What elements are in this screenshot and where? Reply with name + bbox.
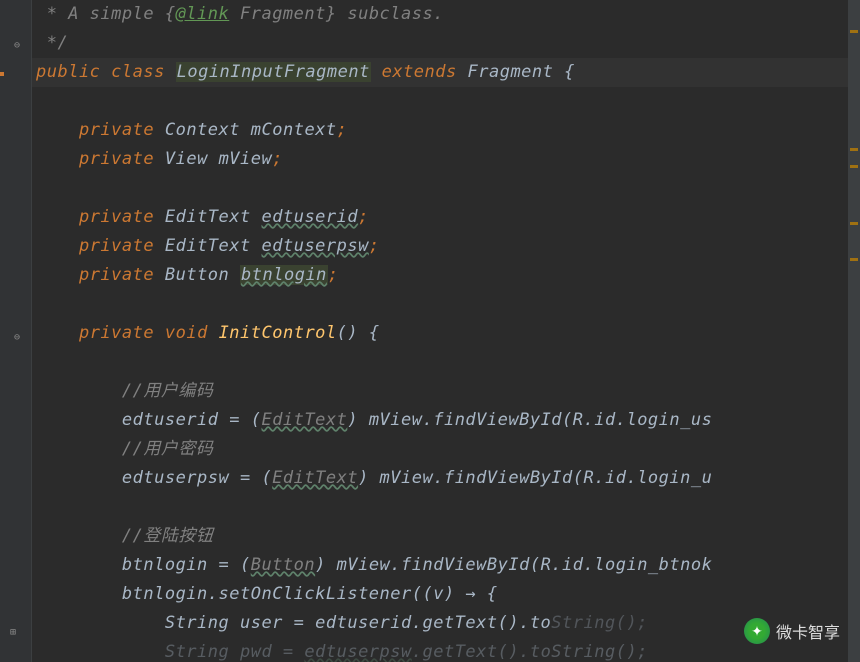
code-line[interactable] — [32, 87, 860, 116]
code-line[interactable]: private EditText edtuserpsw; — [32, 232, 860, 261]
code-line[interactable]: private View mView; — [32, 145, 860, 174]
expand-icon[interactable]: ⊞ — [10, 627, 24, 641]
gutter[interactable]: ⊖ ⊖ ⊞ — [0, 0, 32, 662]
wechat-icon: ✦ — [744, 618, 770, 644]
code-area[interactable]: * A simple {@link Fragment} subclass. */… — [32, 0, 860, 662]
doc-comment: * A simple { — [36, 4, 176, 24]
javadoc-tag: @link — [176, 4, 230, 24]
comment: //登陆按钮 — [122, 526, 213, 546]
code-line[interactable]: //登陆按钮 — [32, 522, 860, 551]
class-name: LoginInputFragment — [176, 62, 371, 82]
code-line[interactable]: //用户密码 — [32, 435, 860, 464]
warning-marker[interactable] — [850, 30, 858, 33]
method-name: InitControl — [219, 323, 337, 343]
code-line[interactable]: private Button btnlogin; — [32, 261, 860, 290]
code-line[interactable]: */ — [32, 29, 860, 58]
field-warning: edtuserpsw — [262, 236, 369, 256]
watermark-text: 微卡智享 — [776, 619, 840, 643]
comment: //用户密码 — [122, 439, 213, 459]
code-line[interactable]: * A simple {@link Fragment} subclass. — [32, 0, 860, 29]
warning-marker[interactable] — [850, 222, 858, 225]
fold-icon[interactable]: ⊖ — [14, 332, 28, 346]
code-line[interactable]: private void InitControl() { — [32, 319, 860, 348]
comment: //用户编码 — [122, 381, 213, 401]
warning-marker[interactable] — [850, 148, 858, 151]
field-warning: edtuserid — [262, 207, 359, 227]
cast-type: EditText — [261, 410, 347, 430]
cast-type: Button — [251, 555, 315, 575]
watermark: ✦ 微卡智享 — [744, 618, 840, 644]
code-line[interactable]: String user = edtuserid.getText().toStri… — [32, 609, 860, 638]
field-highlight: btnlogin — [240, 265, 328, 285]
fold-icon[interactable]: ⊖ — [14, 40, 28, 54]
code-line[interactable]: edtuserpsw = (EditText) mView.findViewBy… — [32, 464, 860, 493]
cast-type: EditText — [272, 468, 358, 488]
code-line[interactable]: edtuserid = (EditText) mView.findViewByI… — [32, 406, 860, 435]
doc-comment: */ — [36, 33, 68, 53]
code-line[interactable]: btnlogin = (Button) mView.findViewById(R… — [32, 551, 860, 580]
code-line[interactable]: private Context mContext; — [32, 116, 860, 145]
code-line[interactable]: private EditText edtuserid; — [32, 203, 860, 232]
warning-marker[interactable] — [850, 165, 858, 168]
code-line[interactable]: btnlogin.setOnClickListener((v) → { — [32, 580, 860, 609]
error-stripe[interactable] — [848, 0, 860, 662]
code-line[interactable] — [32, 290, 860, 319]
code-line[interactable] — [32, 493, 860, 522]
code-line[interactable] — [32, 348, 860, 377]
code-line[interactable]: String pwd = edtuserpsw.getText().toStri… — [32, 638, 860, 662]
warning-marker[interactable] — [850, 258, 858, 261]
marker-bar — [0, 72, 4, 76]
code-line[interactable]: //用户编码 — [32, 377, 860, 406]
code-editor: ⊖ ⊖ ⊞ * A simple {@link Fragment} subcla… — [0, 0, 860, 662]
code-line-current[interactable]: public class LoginInputFragment extends … — [32, 58, 860, 87]
code-line[interactable] — [32, 174, 860, 203]
